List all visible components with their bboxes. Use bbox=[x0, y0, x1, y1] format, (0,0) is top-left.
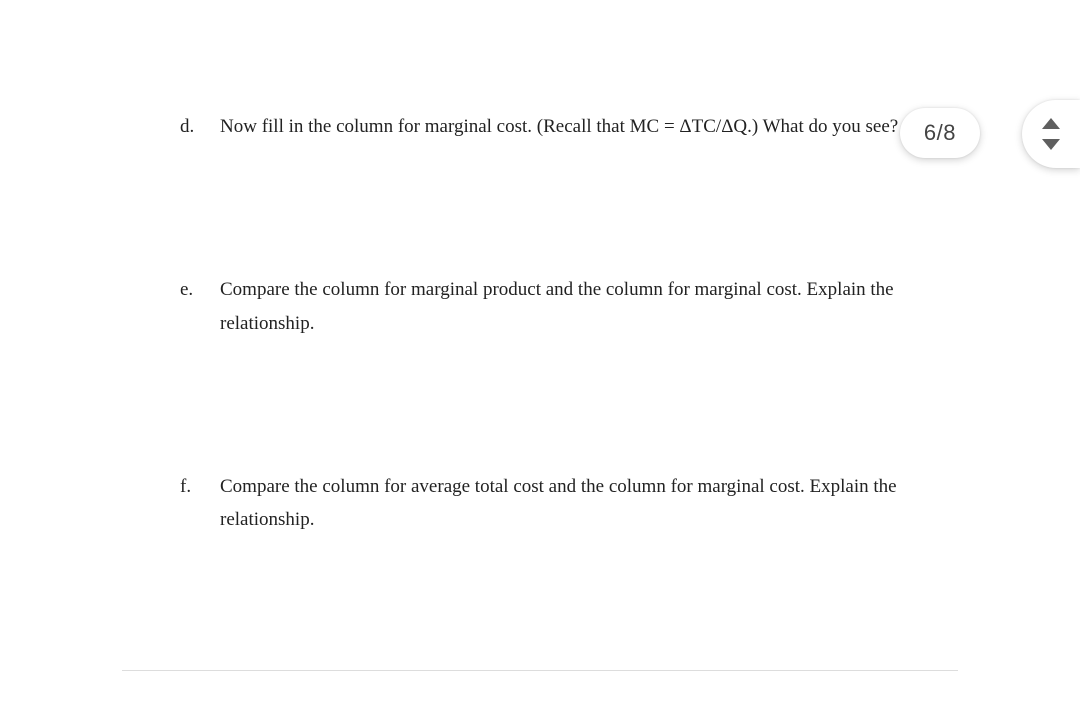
document-content: d. Now fill in the column for marginal c… bbox=[0, 0, 1080, 713]
question-marker: e. bbox=[180, 273, 210, 340]
page-indicator-text: 6/8 bbox=[924, 120, 956, 145]
question-item: e. Compare the column for marginal produ… bbox=[180, 273, 900, 340]
chevron-down-icon[interactable] bbox=[1042, 139, 1060, 150]
question-text: Compare the column for marginal product … bbox=[210, 273, 900, 340]
question-item: f. Compare the column for average total … bbox=[180, 470, 900, 537]
page-indicator: 6/8 bbox=[900, 108, 980, 158]
page-divider bbox=[122, 670, 958, 671]
question-item: d. Now fill in the column for marginal c… bbox=[180, 110, 900, 143]
chevron-up-icon[interactable] bbox=[1042, 118, 1060, 129]
question-marker: d. bbox=[180, 110, 210, 143]
question-text: Now fill in the column for marginal cost… bbox=[210, 110, 900, 143]
question-text: Compare the column for average total cos… bbox=[210, 470, 900, 537]
question-marker: f. bbox=[180, 470, 210, 537]
